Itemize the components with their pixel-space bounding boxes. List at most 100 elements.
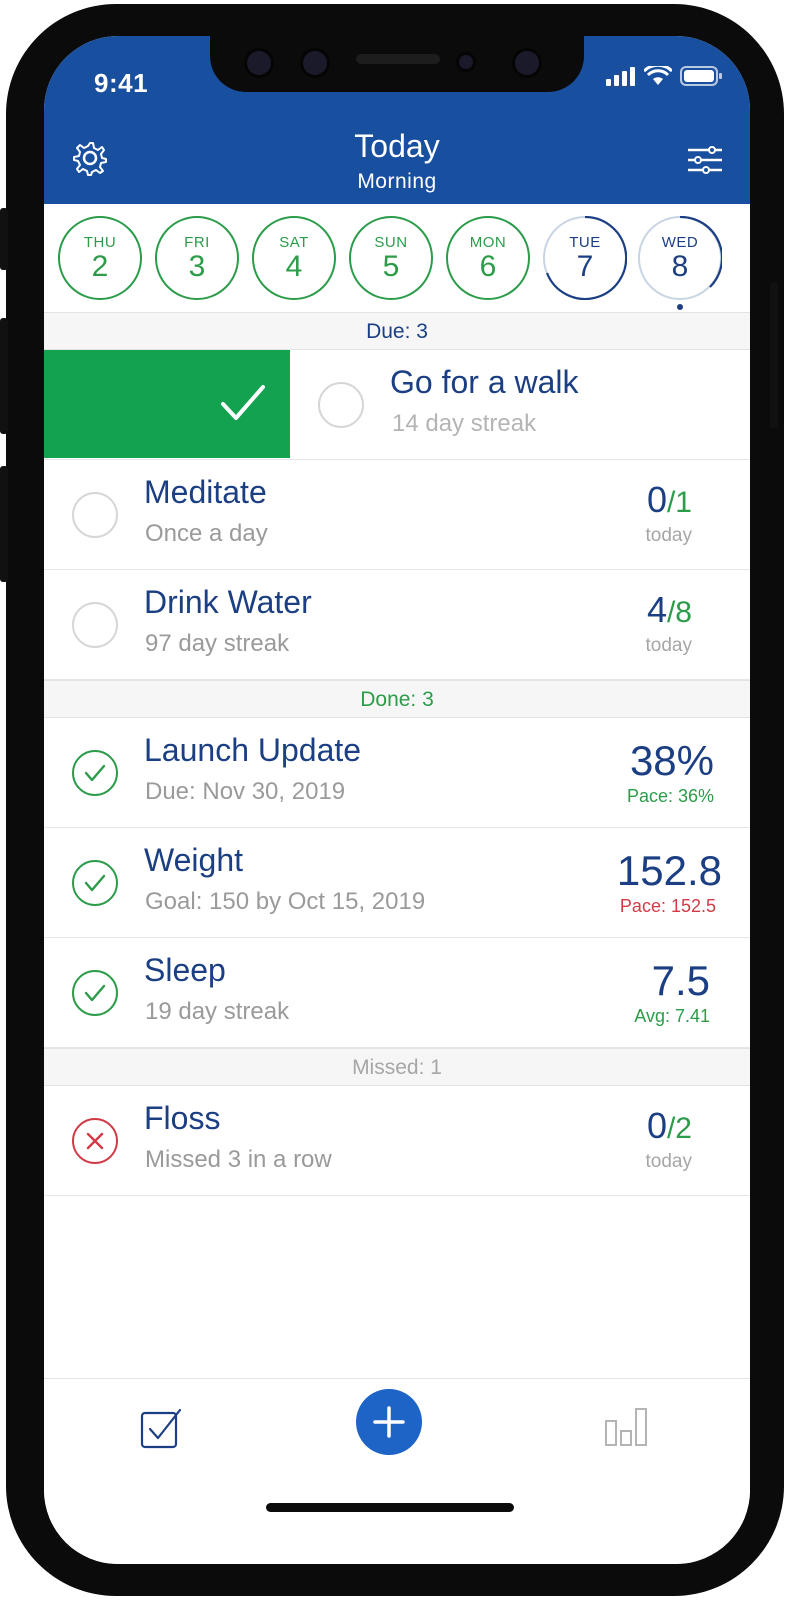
progress-arc [679,216,722,288]
day-name: MON [469,234,507,251]
day-date: 6 [479,250,497,283]
tab-bar [44,1378,750,1564]
item-subtitle: Goal: 150 by Oct 15, 2019 [145,888,426,915]
list-item-drink-water[interactable]: Drink Water 97 day streak 4/8 today [44,570,750,680]
missed-checkbox[interactable] [72,1118,118,1164]
add-habit-button[interactable] [356,1389,422,1455]
battery-icon [680,66,722,86]
item-name: Sleep [144,952,226,988]
day-date: 3 [188,250,206,283]
day-name: SUN [374,234,408,251]
item-subtitle: Due: Nov 30, 2019 [145,778,346,805]
status-time: 9:41 [94,68,149,98]
completed-checkbox[interactable] [72,750,118,796]
x-icon [86,1132,104,1150]
earpiece-speaker [356,54,440,64]
day-wed[interactable]: WED 8 [638,216,722,300]
day-date: 4 [285,250,303,283]
item-name: Floss [144,1100,221,1136]
day-tue[interactable]: TUE 7 [543,216,627,300]
list-item-go-for-a-walk[interactable]: Go for a walk 14 day streak [44,350,750,460]
item-value: 7.5 Avg: 7.41 [634,958,710,1027]
notch [210,36,584,92]
completed-checkbox[interactable] [72,970,118,1016]
item-subtitle: Once a day [145,520,268,547]
volume-down-button [0,466,8,582]
item-name: Launch Update [144,732,362,768]
rear-sensor [512,48,542,78]
value: 152.8 [616,847,722,894]
phone-screen: 9:41 Today Morning THU 2 FRI 3 SAT 4 SUN… [44,36,750,1564]
day-name: SAT [279,234,309,251]
day-mon[interactable]: MON 6 [446,216,530,300]
item-name: Meditate [144,474,267,510]
progress-target: /2 [666,1112,692,1145]
complete-checkbox[interactable] [318,382,364,428]
day-name: THU [83,234,117,251]
item-progress: 0/1 today [646,480,692,547]
proximity-sensor [456,52,476,72]
check-icon [84,764,106,782]
filter-button[interactable] [688,146,722,179]
completed-checkbox[interactable] [72,860,118,906]
swipe-complete-action[interactable] [44,350,290,458]
day-sun[interactable]: SUN 5 [349,216,433,300]
day-name: FRI [184,234,210,251]
front-camera [244,48,274,78]
item-subtitle: Missed 3 in a row [145,1146,332,1173]
day-sat[interactable]: SAT 4 [252,216,336,300]
list-item-floss[interactable]: Floss Missed 3 in a row 0/2 today [44,1086,750,1196]
item-progress: 0/2 today [646,1106,692,1173]
item-name: Go for a walk [390,364,579,400]
day-strip: THU 2 FRI 3 SAT 4 SUN 5 MON 6 TUE 7 WED … [44,204,750,316]
progress-target: /8 [666,596,692,629]
day-thu[interactable]: THU 2 [58,216,142,300]
progress-value: 4/8 [647,589,692,630]
checkmark-icon [221,385,265,420]
list-item-meditate[interactable]: Meditate Once a day 0/1 today [44,460,750,570]
item-value: 38% Pace: 36% [627,738,714,807]
list-item-sleep[interactable]: Sleep 19 day streak 7.5 Avg: 7.41 [44,938,750,1048]
progress-unit: today [645,525,692,546]
complete-checkbox[interactable] [72,492,118,538]
item-name: Drink Water [144,584,312,620]
progress-count: 4 [646,589,667,630]
page-subtitle: Morning [357,170,437,193]
section-missed: Missed: 1 [44,1048,750,1086]
progress-value: 0/1 [647,479,692,520]
progress-value: 0/2 [647,1105,692,1146]
complete-checkbox[interactable] [72,602,118,648]
value: 38% [629,737,714,784]
progress-unit: today [645,1151,692,1172]
item-subtitle: 97 day streak [145,630,290,657]
today-indicator [677,304,683,310]
progress-arc [545,216,627,300]
bar-chart-icon [605,1408,647,1446]
check-icon [84,984,106,1002]
wifi-icon [644,66,672,85]
value-note: Pace: 36% [626,786,714,806]
progress-count: 0 [646,479,667,520]
silent-switch [0,208,8,270]
tab-stats[interactable] [604,1405,648,1452]
list-item-launch-update[interactable]: Launch Update Due: Nov 30, 2019 38% Pace… [44,718,750,828]
day-date: 5 [382,250,400,283]
item-subtitle: 19 day streak [145,998,290,1025]
list-item-weight[interactable]: Weight Goal: 150 by Oct 15, 2019 152.8 P… [44,828,750,938]
tab-today[interactable] [140,1407,184,1454]
plus-icon [373,1406,405,1438]
item-progress: 4/8 today [646,590,692,657]
section-done: Done: 3 [44,680,750,718]
home-indicator[interactable] [266,1503,514,1512]
day-fri[interactable]: FRI 3 [155,216,239,300]
value: 7.5 [651,957,710,1004]
page-title: Today [354,128,440,164]
item-name: Weight [144,842,244,878]
checkbox-icon [140,1408,182,1449]
volume-up-button [0,318,8,434]
progress-count: 0 [646,1105,667,1146]
value-note: Pace: 152.5 [619,896,716,916]
power-button [770,282,778,428]
status-icons [606,66,722,86]
progress-unit: today [645,635,692,656]
